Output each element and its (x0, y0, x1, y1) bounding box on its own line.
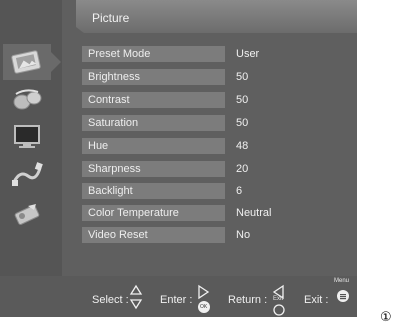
menu-item-label: Contrast (82, 92, 225, 108)
category-sidebar (0, 0, 62, 317)
menu-row-sharpness[interactable]: Sharpness 20 (82, 161, 322, 177)
menu-item-label: Preset Mode (82, 46, 225, 62)
menu-item-value: 6 (236, 185, 243, 197)
screen-settings-icon (14, 125, 40, 148)
picture-settings-icon (11, 50, 41, 74)
menu-row-color-temperature[interactable]: Color Temperature Neutral (82, 205, 322, 221)
menu-item-value: 48 (236, 140, 249, 152)
menu-item-value: 50 (236, 71, 249, 83)
enter-hint-label: Enter : (160, 294, 193, 306)
menu-row-hue[interactable]: Hue 48 (82, 138, 322, 154)
category-connection[interactable] (3, 156, 51, 192)
menu-row-saturation[interactable]: Saturation 50 (82, 115, 322, 131)
menu-item-value: 50 (236, 117, 249, 129)
return-hint-label: Return : (228, 294, 268, 306)
menu-item-value: 50 (236, 94, 249, 106)
category-tools[interactable] (3, 196, 51, 232)
menu-row-brightness[interactable]: Brightness 50 (82, 69, 322, 85)
menu-row-preset-mode[interactable]: Preset Mode User (82, 46, 322, 62)
menu-item-label: Brightness (82, 69, 225, 85)
menu-row-contrast[interactable]: Contrast 50 (82, 92, 322, 108)
category-audio[interactable] (3, 82, 51, 118)
menu-item-label: Backlight (82, 183, 225, 199)
menu-item-value: 20 (236, 163, 249, 175)
category-screen[interactable] (3, 118, 51, 154)
menu-item-label: Saturation (82, 115, 225, 131)
page-title: Picture (92, 11, 130, 25)
menu-item-label: Sharpness (82, 161, 225, 177)
menu-item-value: No (236, 229, 251, 241)
menu-item-label: Video Reset (82, 227, 225, 243)
osd-menu: Picture Preset Mode User Brightness 50 C… (0, 0, 357, 317)
tools-settings-icon (14, 204, 40, 225)
exit-hint-label: Exit : (304, 294, 329, 306)
menu-item-label: Hue (82, 138, 225, 154)
select-hint-label: Select : (92, 294, 129, 306)
connection-settings-icon (12, 162, 43, 186)
menu-row-backlight[interactable]: Backlight 6 (82, 183, 322, 199)
exit-key-label: Exit (273, 296, 284, 302)
menu-item-value: User (236, 48, 260, 60)
menu-row-video-reset[interactable]: Video Reset No (82, 227, 322, 243)
audio-settings-icon (13, 89, 42, 110)
figure-marker: ① (380, 310, 392, 325)
menu-key-label: Menu (334, 278, 350, 284)
up-down-arrows-icon (129, 284, 143, 310)
menu-item-value: Neutral (236, 207, 272, 219)
menu-button-icon (337, 290, 349, 302)
category-picture[interactable] (3, 44, 61, 80)
menu-item-label: Color Temperature (82, 205, 225, 221)
key-hint-bar: Select : Enter : OK Return : Exit Exit : (0, 276, 357, 317)
right-arrow-icon (198, 284, 210, 313)
ok-key-label: OK (200, 304, 208, 310)
